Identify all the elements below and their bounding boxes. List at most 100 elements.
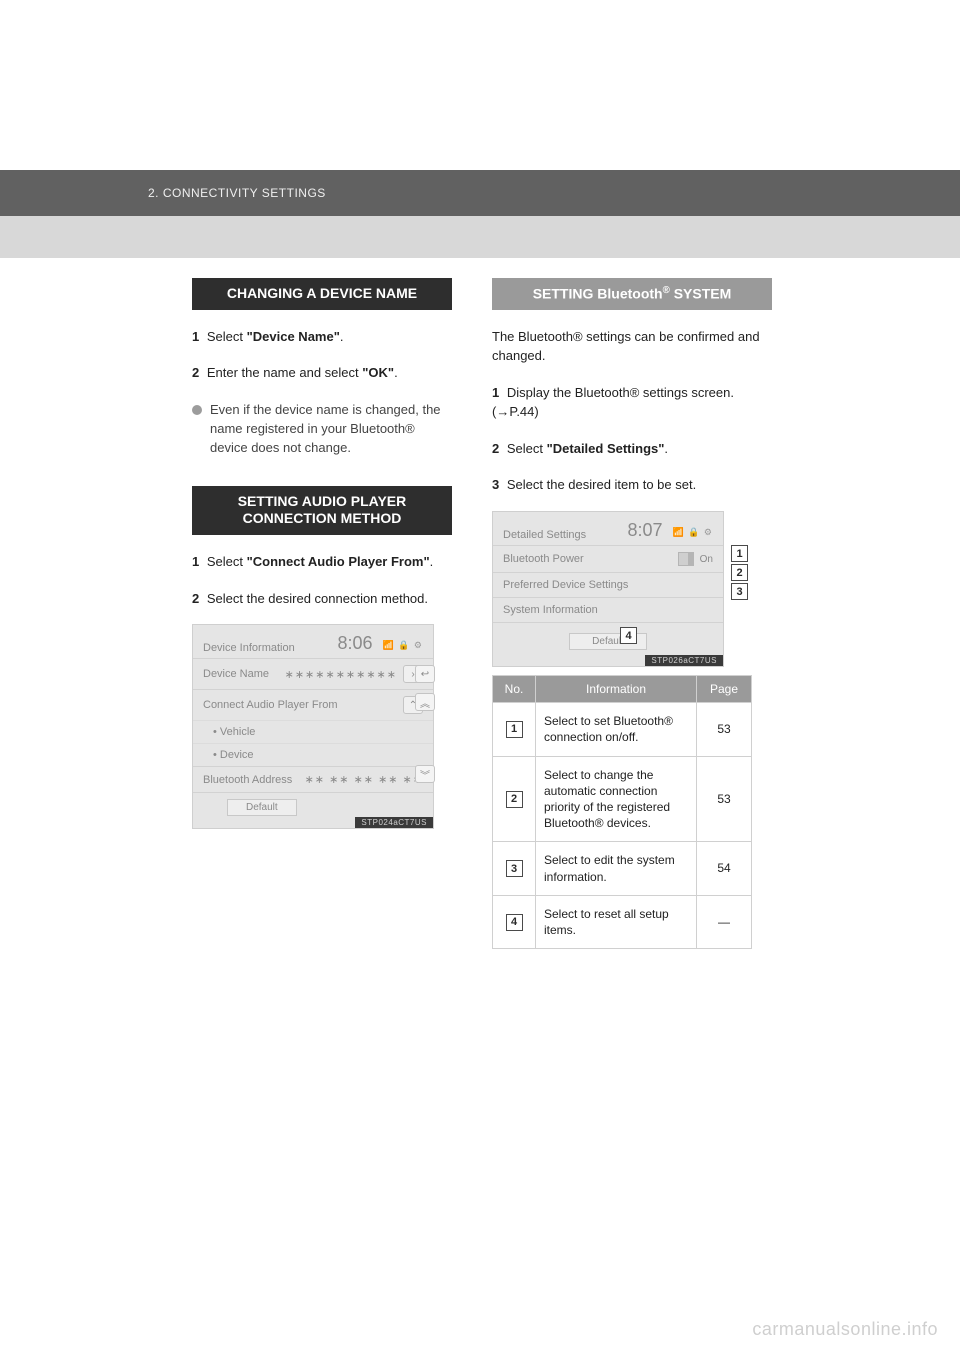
step-text: Select the desired connection method. — [207, 591, 428, 606]
step-bt-1: 1 Display the Bluetooth® settings screen… — [492, 384, 772, 422]
row-bluetooth-power[interactable]: Bluetooth Power On — [493, 545, 723, 572]
content-columns: CHANGING A DEVICE NAME 1 Select "Device … — [192, 278, 772, 949]
cell-no: 4 — [493, 895, 536, 948]
cell-info: Select to edit the system information. — [536, 842, 697, 895]
intro-body: The Bluetooth® settings can be confirmed… — [492, 329, 760, 363]
row-value-group: ∗∗∗∗∗∗∗∗∗∗∗ › — [285, 665, 423, 683]
page: 2. CONNECTIVITY SETTINGS CHANGING A DEVI… — [0, 0, 960, 1358]
col-header-no: No. — [493, 676, 536, 703]
step-text: Select — [207, 554, 247, 569]
screen-titlebar: Detailed Settings 8:07 📶 🔒 ⚙ — [493, 512, 723, 545]
row-label: Preferred Device Settings — [503, 579, 628, 591]
screenshot-id: STP024aCT7US — [355, 817, 433, 828]
option-device[interactable]: Device — [193, 743, 433, 766]
row-preferred-device-settings[interactable]: Preferred Device Settings — [493, 572, 723, 597]
step-text: Display the Bluetooth® settings screen. … — [492, 385, 734, 419]
information-note: Even if the device name is changed, the … — [192, 401, 452, 458]
row-system-information[interactable]: System Information — [493, 597, 723, 622]
cell-page: 53 — [697, 703, 752, 756]
screenshot-id: STP026aCT7US — [645, 655, 723, 666]
status-icons: 📶 🔒 ⚙ — [673, 527, 713, 541]
step-quoted: "Connect Audio Player From" — [247, 554, 430, 569]
section-title-setting-bluetooth-system: SETTING Bluetooth® SYSTEM — [492, 278, 772, 310]
row-value: ∗∗ ∗∗ ∗∗ ∗∗ ∗∗ — [305, 773, 423, 786]
row-value: ∗∗∗∗∗∗∗∗∗∗∗ — [285, 668, 397, 681]
section-title-change-device-name: CHANGING A DEVICE NAME — [192, 278, 452, 310]
step-text: Select — [507, 441, 547, 456]
information-text: Even if the device name is changed, the … — [210, 401, 452, 458]
row-label: Connect Audio Player From — [203, 699, 338, 711]
title-part1: SETTING Bluetooth — [533, 286, 663, 302]
step-number: 2 — [192, 591, 199, 606]
step-quoted: "OK" — [362, 365, 394, 380]
row-label: Bluetooth Power — [503, 553, 584, 565]
step-number: 2 — [192, 365, 199, 380]
screen-clock: 8:06 📶 🔒 ⚙ — [337, 633, 423, 654]
step-number: 1 — [192, 554, 199, 569]
double-chevron-down-icon[interactable]: ︾ — [415, 765, 435, 783]
screen-title: Device Information — [203, 642, 295, 654]
row-bluetooth-address: Bluetooth Address ∗∗ ∗∗ ∗∗ ∗∗ ∗∗ — [193, 766, 433, 792]
info-table: No. Information Page 1 Select to set Blu… — [492, 675, 752, 949]
screen-title: Detailed Settings — [503, 529, 586, 541]
row-device-name[interactable]: Device Name ∗∗∗∗∗∗∗∗∗∗∗ › — [193, 658, 433, 689]
option-vehicle[interactable]: Vehicle — [193, 720, 433, 743]
step-text: Select the desired item to be set. — [507, 477, 696, 492]
breadcrumb: 2. CONNECTIVITY SETTINGS — [148, 186, 326, 200]
col-header-page: Page — [697, 676, 752, 703]
section-title-audio-connection-method: SETTING AUDIO PLAYER CONNECTION METHOD — [192, 486, 452, 535]
toggle-switch-icon — [678, 552, 694, 566]
title-part2: SYSTEM — [670, 286, 731, 302]
bullet-icon — [192, 405, 202, 415]
step-bt-3: 3 Select the desired item to be set. — [492, 476, 772, 495]
num-box-icon: 4 — [506, 914, 523, 931]
step-trail: . — [340, 329, 344, 344]
num-box-icon: 3 — [506, 860, 523, 877]
cell-info: Select to set Bluetooth® connection on/o… — [536, 703, 697, 756]
cell-page: 53 — [697, 756, 752, 842]
step-number: 1 — [492, 385, 499, 400]
step-number: 2 — [492, 441, 499, 456]
callouts-1-3: 1 2 3 — [731, 545, 748, 600]
cell-info: Select to change the automatic connectio… — [536, 756, 697, 842]
detailed-settings-screen-wrap: Detailed Settings 8:07 📶 🔒 ⚙ Bluetooth P… — [492, 511, 752, 667]
table-row: 3 Select to edit the system information.… — [493, 842, 752, 895]
row-label: Device Name — [203, 668, 269, 680]
row-connect-audio-from[interactable]: Connect Audio Player From ⌃ — [193, 689, 433, 720]
step-bt-2: 2 Select "Detailed Settings". — [492, 440, 772, 459]
table-row: 1 Select to set Bluetooth® connection on… — [493, 703, 752, 756]
cell-no: 3 — [493, 842, 536, 895]
intro-text: The Bluetooth® settings can be confirmed… — [492, 328, 772, 366]
step-change-name-1: 1 Select "Device Name". — [192, 328, 452, 347]
double-chevron-up-icon[interactable]: ︽ — [415, 693, 435, 711]
cell-info: Select to reset all setup items. — [536, 895, 697, 948]
detailed-settings-screen: Detailed Settings 8:07 📶 🔒 ⚙ Bluetooth P… — [492, 511, 724, 667]
bluetooth-power-toggle[interactable]: On — [678, 552, 713, 566]
num-box-icon: 1 — [506, 721, 523, 738]
toggle-state: On — [700, 554, 713, 565]
right-column: SETTING Bluetooth® SYSTEM The Bluetooth®… — [492, 278, 772, 949]
step-trail: . — [394, 365, 398, 380]
step-text: Enter the name and select — [207, 365, 362, 380]
cell-page: 54 — [697, 842, 752, 895]
step-number: 3 — [492, 477, 499, 492]
callout-2: 2 — [731, 564, 748, 581]
cell-page: — — [697, 895, 752, 948]
step-number: 1 — [192, 329, 199, 344]
step-quoted: "Device Name" — [247, 329, 340, 344]
screen-titlebar: Device Information 8:06 📶 🔒 ⚙ — [193, 625, 433, 658]
row-label: System Information — [503, 604, 598, 616]
step-text: Select — [207, 329, 247, 344]
callout-4: 4 — [620, 627, 637, 644]
device-information-screen: Device Information 8:06 📶 🔒 ⚙ Device Nam… — [192, 624, 434, 829]
callout-3: 3 — [731, 583, 748, 600]
default-button[interactable]: Default — [227, 799, 297, 816]
back-icon[interactable]: ↩ — [415, 665, 435, 683]
step-trail: . — [664, 441, 668, 456]
step-quoted: "Detailed Settings" — [547, 441, 665, 456]
watermark: carmanualsonline.info — [752, 1319, 938, 1340]
side-controls: ↩ ︽ ︾ — [415, 665, 435, 783]
cell-no: 2 — [493, 756, 536, 842]
step-trail: . — [430, 554, 434, 569]
step-audio-2: 2 Select the desired connection method. — [192, 590, 452, 609]
